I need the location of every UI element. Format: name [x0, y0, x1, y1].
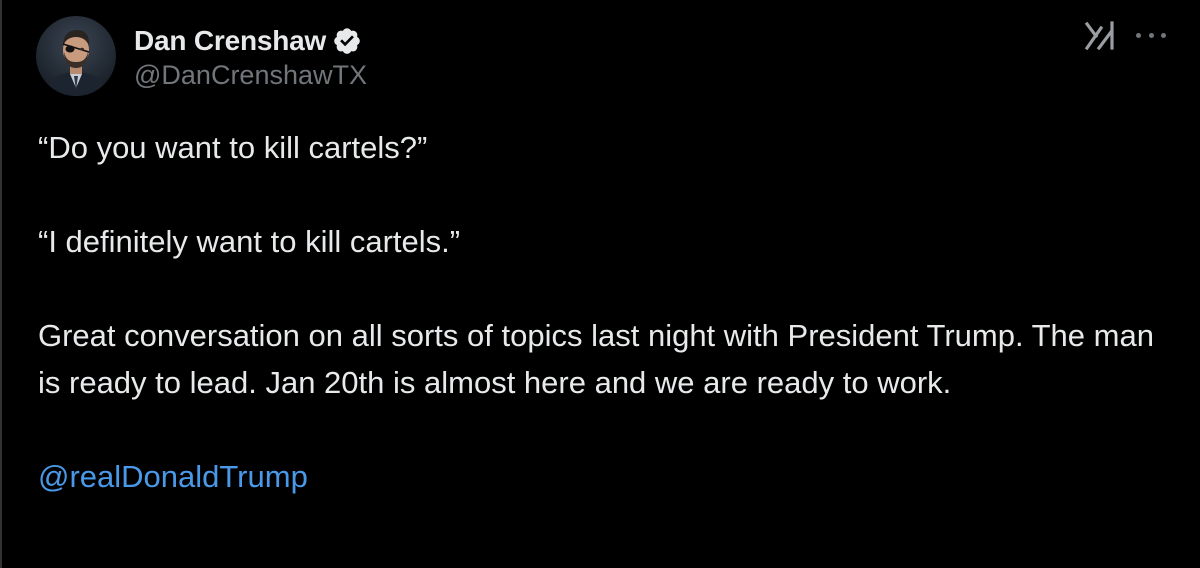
header-actions — [1084, 20, 1166, 51]
dot — [1161, 32, 1166, 38]
avatar-image — [36, 16, 116, 96]
tweet-line-answer: “I definitely want to kill cartels.” — [38, 224, 461, 259]
display-name[interactable]: Dan Crenshaw — [134, 25, 326, 57]
tweet-mention-paragraph: @realDonaldTrump — [38, 453, 1178, 500]
avatar[interactable] — [36, 16, 116, 96]
tweet-card: Dan Crenshaw @DanCrenshawTX “Do you want… — [0, 0, 1200, 568]
more-options-icon[interactable] — [1136, 20, 1166, 50]
tweet-line-body: Great conversation on all sorts of topic… — [38, 318, 1154, 400]
tweet-line-question: “Do you want to kill cartels?” — [38, 130, 428, 165]
tweet-text: “Do you want to kill cartels?” “I defini… — [38, 124, 1178, 500]
verified-badge-icon — [332, 26, 362, 56]
mention-link[interactable]: @realDonaldTrump — [38, 459, 308, 494]
dot — [1148, 32, 1154, 38]
grok-icon[interactable] — [1084, 20, 1118, 51]
author-handle[interactable]: @DanCrenshawTX — [134, 60, 367, 91]
author-names: Dan Crenshaw @DanCrenshawTX — [134, 22, 367, 91]
tweet-header: Dan Crenshaw @DanCrenshawTX — [36, 16, 367, 96]
dot — [1136, 32, 1141, 38]
name-row: Dan Crenshaw — [134, 22, 367, 60]
